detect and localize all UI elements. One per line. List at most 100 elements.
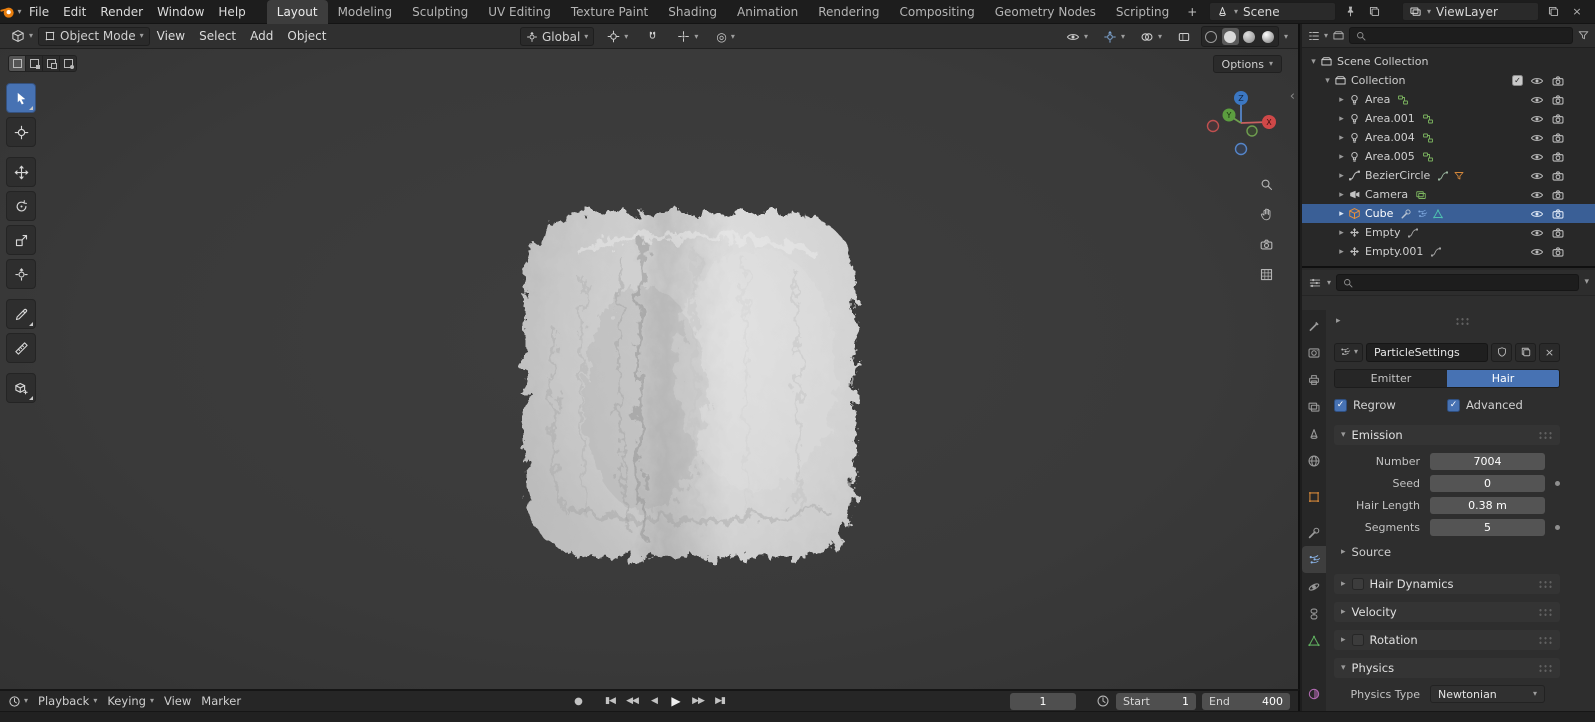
hide-eye-icon[interactable] xyxy=(1530,150,1544,164)
menu-object[interactable]: Object xyxy=(280,24,333,48)
drag-dots-handle[interactable] xyxy=(1538,635,1553,645)
menu-window[interactable]: Window xyxy=(150,0,211,24)
disclosure-closed-icon[interactable]: ▸ xyxy=(1335,171,1348,181)
animate-dot-icon[interactable] xyxy=(1555,524,1560,530)
tab-scene[interactable] xyxy=(1302,420,1326,447)
render-visibility-icon[interactable] xyxy=(1551,188,1565,202)
breadcrumb-chevron-icon[interactable]: ▸ xyxy=(1336,316,1341,326)
render-visibility-icon[interactable] xyxy=(1551,112,1565,126)
blender-logo[interactable]: ▾ xyxy=(0,0,22,24)
gizmo-x-neg-axis[interactable] xyxy=(1206,119,1220,133)
menu-select[interactable]: Select xyxy=(192,24,243,48)
workspace-tab-shading[interactable]: Shading xyxy=(658,0,727,24)
preview-range-clock-icon[interactable] xyxy=(1096,694,1110,708)
auto-keying-toggle[interactable]: ● xyxy=(570,696,586,707)
pin-scene-button[interactable] xyxy=(1340,2,1360,21)
outliner-editor-type-button[interactable]: ▾ xyxy=(1307,29,1328,43)
select-extend-button[interactable] xyxy=(25,55,43,72)
animate-dot-icon[interactable] xyxy=(1555,480,1560,486)
disclosure-closed-icon[interactable]: ▸ xyxy=(1335,152,1348,162)
emission-panel-header[interactable]: ▾ Emission xyxy=(1334,425,1560,445)
tab-tool[interactable] xyxy=(1302,312,1326,339)
visibility-dropdown[interactable]: ▾ xyxy=(1061,27,1093,46)
outliner-search-input[interactable] xyxy=(1371,29,1567,42)
render-visibility-icon[interactable] xyxy=(1551,245,1565,259)
tab-render[interactable] xyxy=(1302,339,1326,366)
gizmos-dropdown[interactable]: ▾ xyxy=(1098,27,1130,46)
disclosure-closed-icon[interactable]: ▸ xyxy=(1335,133,1348,143)
hide-eye-icon[interactable] xyxy=(1530,245,1544,259)
shading-material-button[interactable] xyxy=(1241,28,1258,45)
hair-dynamics-checkbox[interactable] xyxy=(1351,578,1364,590)
number-field[interactable]: 7004 xyxy=(1430,452,1545,470)
browse-particle-settings-button[interactable]: ▾ xyxy=(1334,342,1364,362)
menu-view[interactable]: View xyxy=(150,24,192,48)
workspace-tab-compositing[interactable]: Compositing xyxy=(889,0,984,24)
current-frame-field[interactable]: 1 xyxy=(1010,692,1076,710)
pivot-point-dropdown[interactable]: ▾ xyxy=(602,27,633,46)
menu-help[interactable]: Help xyxy=(211,0,252,24)
render-visibility-icon[interactable] xyxy=(1551,150,1565,164)
proportional-edit-dropdown[interactable]: ◎ ▾ xyxy=(711,27,740,46)
render-visibility-icon[interactable] xyxy=(1551,207,1565,221)
xray-toggle[interactable] xyxy=(1172,27,1196,46)
overlays-dropdown[interactable]: ▾ xyxy=(1135,27,1167,46)
prev-keyframe-button[interactable]: ◀◀ xyxy=(624,696,640,706)
zoom-button[interactable] xyxy=(1255,173,1277,195)
render-visibility-icon[interactable] xyxy=(1551,93,1565,107)
properties-options-chevron[interactable]: ▾ xyxy=(1584,278,1589,287)
tool-transform[interactable] xyxy=(6,259,36,289)
segments-field[interactable]: 5 xyxy=(1430,518,1545,536)
hide-eye-icon[interactable] xyxy=(1530,226,1544,240)
velocity-panel-header[interactable]: ▸ Velocity xyxy=(1334,602,1560,622)
particle-settings-name-field[interactable]: ParticleSettings xyxy=(1366,342,1488,362)
outliner-row-area-001[interactable]: ▸ Area.001 xyxy=(1302,109,1595,128)
tab-particles[interactable] xyxy=(1302,546,1326,573)
timeline-editor-type-button[interactable]: ▾ xyxy=(8,695,28,708)
pan-button[interactable] xyxy=(1255,203,1277,225)
workspace-tab-layout[interactable]: Layout xyxy=(266,0,328,24)
menu-render[interactable]: Render xyxy=(93,0,150,24)
drag-dots-handle[interactable] xyxy=(1538,607,1553,617)
viewport-canvas[interactable]: Options ▾ Z X Y ‹ xyxy=(0,49,1298,689)
shading-dropdown-chevron[interactable]: ▾ xyxy=(1284,32,1288,41)
jump-to-end-button[interactable]: ▶▮ xyxy=(712,696,728,706)
playback-menu[interactable]: Playback ▾ xyxy=(38,694,97,708)
tab-constraints[interactable] xyxy=(1302,600,1326,627)
select-set-button[interactable] xyxy=(8,55,26,72)
render-visibility-icon[interactable] xyxy=(1551,74,1565,88)
options-button[interactable]: Options ▾ xyxy=(1212,55,1282,73)
shading-rendered-button[interactable] xyxy=(1260,28,1277,45)
display-mode-icon[interactable] xyxy=(1332,29,1345,42)
hide-eye-icon[interactable] xyxy=(1530,93,1544,107)
hide-eye-icon[interactable] xyxy=(1530,74,1544,88)
outliner-search[interactable] xyxy=(1349,27,1573,44)
disclosure-closed-icon[interactable]: ▸ xyxy=(1335,209,1348,219)
disclosure-open-icon[interactable]: ▾ xyxy=(1307,57,1320,67)
hide-eye-icon[interactable] xyxy=(1530,169,1544,183)
camera-view-button[interactable] xyxy=(1255,233,1277,255)
editor-type-button[interactable]: ▾ xyxy=(6,27,38,46)
next-keyframe-button[interactable]: ▶▶ xyxy=(690,696,706,706)
tab-material[interactable] xyxy=(1302,680,1326,707)
drag-dots-handle[interactable] xyxy=(1538,430,1553,440)
hide-eye-icon[interactable] xyxy=(1530,207,1544,221)
fur-cube-object[interactable] xyxy=(495,189,895,589)
filter-icon[interactable] xyxy=(1577,29,1590,42)
snap-settings-dropdown[interactable]: ▾ xyxy=(672,27,703,46)
tab-output[interactable] xyxy=(1302,366,1326,393)
menu-edit[interactable]: Edit xyxy=(56,0,93,24)
gizmo-z-neg-axis[interactable] xyxy=(1234,142,1248,156)
new-viewlayer-button[interactable] xyxy=(1543,2,1563,21)
properties-search-input[interactable] xyxy=(1358,276,1574,289)
outliner-row-area-004[interactable]: ▸ Area.004 xyxy=(1302,128,1595,147)
workspace-tab-geometry-nodes[interactable]: Geometry Nodes xyxy=(985,0,1106,24)
tool-annotate[interactable] xyxy=(6,299,36,329)
hair-option[interactable]: Hair xyxy=(1447,370,1559,387)
hair-length-field[interactable]: 0.38 m xyxy=(1430,496,1545,514)
perspective-toggle-button[interactable] xyxy=(1255,263,1277,285)
outliner-row-cube[interactable]: ▸ Cube xyxy=(1302,204,1595,223)
menu-file[interactable]: File xyxy=(22,0,56,24)
new-scene-button[interactable] xyxy=(1364,2,1384,21)
workspace-tab-sculpting[interactable]: Sculpting xyxy=(402,0,478,24)
